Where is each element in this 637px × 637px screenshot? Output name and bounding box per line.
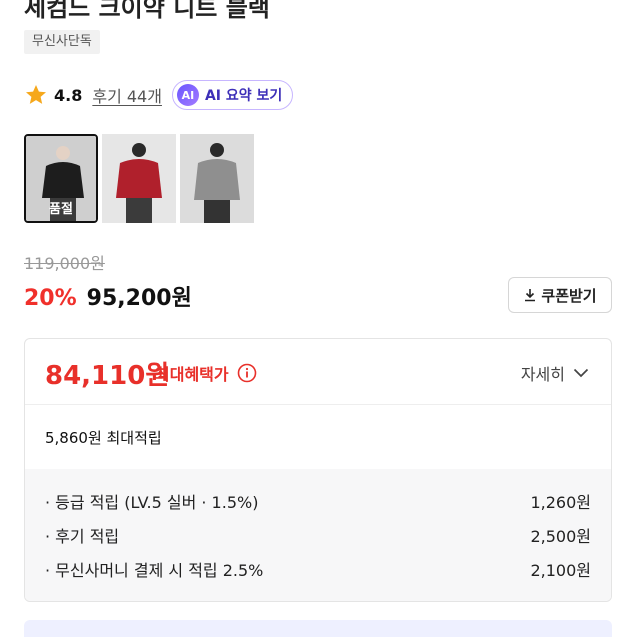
coupon-button[interactable]: 쿠폰받기 — [508, 277, 612, 313]
ai-icon: AI — [176, 84, 199, 106]
detail-button[interactable]: 자세히 — [521, 361, 589, 385]
thumbnail-grey[interactable] — [180, 134, 254, 223]
benefit-header: 84,110원 최대혜택가 자세히 — [25, 339, 611, 405]
points-row: · 무신사머니 결제 시 적립 2.5% 2,100원 — [45, 557, 591, 581]
ai-summary-button[interactable]: AI AI 요약 보기 — [171, 80, 294, 110]
points-total: 5,860원 최대적립 — [45, 429, 162, 447]
exclusive-badge: 무신사단독 — [24, 30, 100, 54]
bottom-banner — [24, 620, 612, 637]
points-row-value: 2,100원 — [530, 561, 591, 580]
rating-score: 4.8 — [54, 85, 83, 105]
soldout-label: 품절 — [49, 202, 73, 217]
price-row: 20% 95,200원 — [24, 280, 192, 312]
best-price-text: 최대혜택가 — [155, 365, 229, 384]
star-icon — [26, 85, 46, 104]
points-row-value: 1,260원 — [530, 493, 591, 512]
points-row-label: · 무신사머니 결제 시 적립 2.5% — [45, 561, 264, 580]
thumbnail-black[interactable]: 품절 — [24, 134, 98, 223]
thumbnail-red[interactable] — [102, 134, 176, 223]
download-icon — [525, 289, 536, 302]
original-price: 119,000원 — [24, 254, 105, 273]
discount-rate: 20% — [24, 286, 77, 311]
coupon-label: 쿠폰받기 — [541, 286, 597, 305]
ai-summary-label: AI 요약 보기 — [204, 88, 283, 104]
points-row: · 등급 적립 (LV.5 실버 · 1.5%) 1,260원 — [45, 489, 591, 513]
points-row-value: 2,500원 — [530, 527, 591, 546]
rating-row: 4.8 후기 44개 AI AI 요약 보기 — [24, 80, 294, 110]
product-image — [102, 134, 176, 223]
info-icon[interactable] — [237, 363, 257, 383]
points-row: · 후기 적립 2,500원 — [45, 523, 591, 547]
benefit-box: 84,110원 최대혜택가 자세히 5,860원 최대적립 · 등급 적립 (L… — [24, 338, 612, 602]
product-title: 세컴느 크이약 니트 블랙 — [24, 0, 270, 22]
points-row-label: · 등급 적립 (LV.5 실버 · 1.5%) — [45, 493, 259, 512]
thumbnail-list: 품절 — [24, 134, 254, 223]
product-image — [180, 134, 254, 223]
sale-price: 95,200원 — [86, 286, 192, 311]
points-list: · 등급 적립 (LV.5 실버 · 1.5%) 1,260원 · 후기 적립 … — [25, 469, 611, 601]
best-price: 84,110원 — [45, 361, 170, 391]
best-price-label: 최대혜택가 — [155, 361, 257, 385]
points-row-label: · 후기 적립 — [45, 527, 120, 546]
detail-label: 자세히 — [520, 365, 565, 384]
chevron-down-icon — [573, 368, 589, 378]
reviews-link[interactable]: 후기 44개 — [92, 83, 162, 107]
